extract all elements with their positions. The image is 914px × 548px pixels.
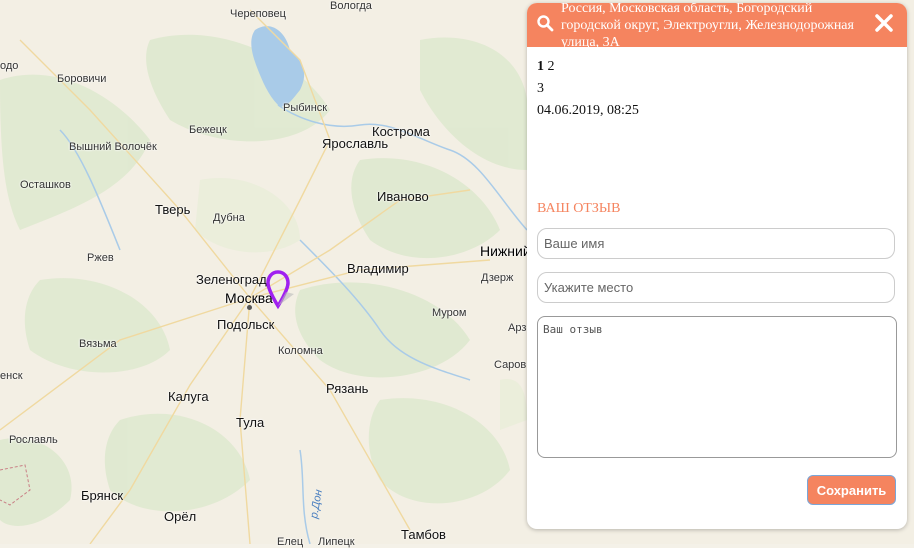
city-label: Муром (432, 307, 467, 319)
place-input[interactable] (537, 272, 895, 303)
city-label: Вязьма (79, 338, 117, 350)
city-label: Ржев (87, 252, 114, 264)
city-label: Ярославль (322, 136, 389, 151)
city-label: Елец (277, 536, 304, 548)
city-label: Бежецк (189, 124, 227, 136)
map-marker-icon[interactable] (266, 270, 296, 312)
city-label: Дзерж (481, 272, 514, 284)
city-label: Боровичи (57, 73, 107, 85)
review-list: 1 2 3 04.06.2019, 08:25 (537, 56, 639, 122)
city-label: Коломна (278, 345, 323, 357)
city-label: Осташков (20, 179, 71, 191)
city-label: Саров (494, 359, 527, 371)
review-item-header: 1 2 (537, 56, 639, 78)
city-label: Вологда (330, 0, 372, 12)
city-label: Калуга (168, 389, 209, 404)
review-text: 3 (537, 81, 544, 96)
save-button[interactable]: Сохранить (807, 475, 896, 505)
city-label: Рославль (9, 434, 58, 446)
city-label: енск (0, 370, 23, 382)
review-place: 2 (547, 59, 555, 74)
city-label: Череповец (230, 8, 286, 20)
city-label: Дубна (213, 212, 245, 224)
city-label: Липецк (318, 536, 355, 548)
review-author: 1 (537, 59, 544, 74)
review-date: 04.06.2019, 08:25 (537, 103, 639, 118)
close-icon[interactable] (873, 12, 895, 34)
city-label: Рязань (326, 381, 369, 396)
search-icon (537, 15, 554, 32)
city-label: Рыбинск (283, 102, 328, 114)
city-label: Тверь (155, 202, 191, 217)
balloon-header: Россия, Московская область, Богородский … (527, 3, 907, 50)
city-label: одо (0, 60, 19, 72)
city-label: Орёл (164, 509, 197, 524)
address-title: Россия, Московская область, Богородский … (561, 3, 854, 50)
city-label: Нижний (480, 243, 531, 259)
review-balloon: Россия, Московская область, Богородский … (527, 3, 907, 529)
form-title: Ваш отзыв (537, 201, 621, 216)
city-label: Вышний Волочёк (69, 141, 157, 153)
city-label: Брянск (81, 488, 124, 503)
city-label: Владимир (347, 261, 409, 276)
city-label: Зеленоград (196, 272, 267, 287)
city-label: Арз (508, 322, 527, 334)
city-label: Иваново (377, 189, 429, 204)
city-label: Подольск (217, 317, 275, 332)
name-input[interactable] (537, 228, 895, 259)
review-textarea[interactable] (537, 316, 897, 458)
city-label: Тамбов (401, 527, 446, 542)
city-label: Тула (236, 415, 265, 430)
